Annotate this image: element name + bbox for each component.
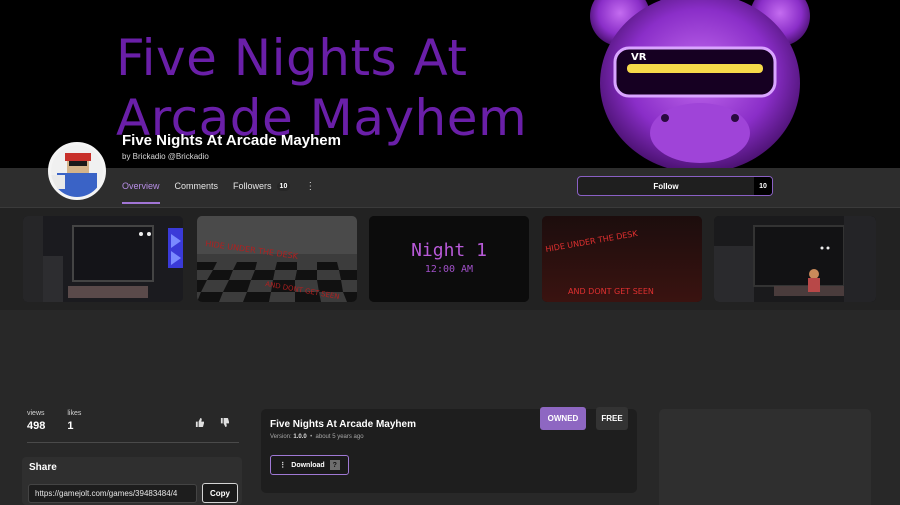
more-options-kebab-icon[interactable]: ⋮ bbox=[305, 180, 315, 192]
avatar-image bbox=[51, 145, 103, 197]
follow-button[interactable]: Follow 10 bbox=[577, 176, 773, 196]
share-card: Share Copy bbox=[22, 457, 242, 505]
views-label: views bbox=[27, 410, 45, 417]
likes-value: 1 bbox=[67, 420, 74, 432]
tab-comments-label: Comments bbox=[174, 181, 219, 191]
owned-badge: OWNED bbox=[540, 407, 586, 430]
like-controls bbox=[195, 418, 230, 429]
download-button[interactable]: ⋮ Download ? bbox=[270, 455, 349, 475]
stats-divider bbox=[27, 442, 239, 443]
package-meta: Version: 1.0.0 • about 5 years ago bbox=[270, 434, 364, 440]
follow-label: Follow bbox=[653, 181, 679, 191]
time-label: 12:00 AM bbox=[425, 264, 473, 275]
vr-bear-mascot-icon: VR bbox=[590, 0, 810, 168]
red-hallway-image: HIDE UNDER THE DESK AND DONT GET SEEN bbox=[542, 216, 702, 302]
share-title: Share bbox=[29, 462, 57, 473]
views-value: 498 bbox=[27, 420, 46, 432]
stats: views 498 likes 1 bbox=[27, 410, 103, 432]
side-panel bbox=[659, 409, 871, 505]
author-byline[interactable]: by Brickadio @Brickadio bbox=[122, 152, 209, 161]
views-stat: views 498 bbox=[27, 410, 45, 432]
night-title-image: Night 1 12:00 AM bbox=[369, 216, 529, 302]
thumb4-bottom-text: AND DONT GET SEEN bbox=[568, 287, 654, 296]
office-animatronic-image bbox=[714, 216, 876, 302]
package-title: Five Nights At Arcade Mayhem bbox=[270, 419, 416, 430]
download-label: Download bbox=[291, 461, 325, 469]
unknown-os-icon: ? bbox=[329, 460, 340, 470]
avatar[interactable] bbox=[48, 142, 106, 200]
package-card: Five Nights At Arcade Mayhem Version: 1.… bbox=[261, 407, 637, 493]
tab-followers[interactable]: Followers 10 bbox=[233, 180, 291, 192]
copy-button[interactable]: Copy bbox=[202, 483, 238, 503]
thumbs-down-icon[interactable] bbox=[220, 418, 230, 429]
banner-title-line1: Five Nights At bbox=[116, 29, 468, 87]
package-date: about 5 years ago bbox=[315, 434, 364, 440]
gallery-thumb-5[interactable] bbox=[714, 216, 876, 302]
likes-stat: likes 1 bbox=[67, 410, 81, 432]
tab-followers-label: Followers bbox=[233, 181, 272, 191]
tab-overview[interactable]: Overview bbox=[122, 180, 160, 204]
free-badge: FREE bbox=[596, 407, 628, 430]
tab-comments[interactable]: Comments bbox=[175, 180, 219, 192]
game-title: Five Nights At Arcade Mayhem bbox=[122, 132, 341, 149]
tab-overview-label: Overview bbox=[122, 181, 160, 191]
profile-nav: Overview Comments Followers 10 ⋮ bbox=[122, 180, 330, 204]
night-label: Night 1 bbox=[411, 240, 487, 261]
gallery-thumb-1[interactable] bbox=[23, 216, 183, 302]
follow-count: 10 bbox=[754, 177, 772, 195]
media-gallery: HIDE UNDER THE DESK AND DONT GET SEEN Ni… bbox=[0, 208, 900, 310]
share-url-input[interactable] bbox=[28, 484, 197, 503]
meta-separator: • bbox=[310, 434, 313, 440]
download-kebab-icon: ⋮ bbox=[279, 462, 287, 469]
gallery-thumb-4[interactable]: HIDE UNDER THE DESK AND DONT GET SEEN bbox=[542, 216, 702, 302]
version-label: Version: bbox=[270, 434, 292, 440]
followers-count-badge: 10 bbox=[276, 181, 291, 191]
gallery-thumb-3[interactable]: Night 1 12:00 AM bbox=[369, 216, 529, 302]
banner-title: Five Nights At Arcade Mayhem bbox=[116, 28, 527, 148]
version-value: 1.0.0 bbox=[293, 434, 307, 440]
likes-label: likes bbox=[67, 410, 82, 417]
checker-floor-image: HIDE UNDER THE DESK AND DONT GET SEEN bbox=[197, 216, 357, 302]
gallery-thumb-2[interactable]: HIDE UNDER THE DESK AND DONT GET SEEN bbox=[197, 216, 357, 302]
thumbs-up-icon[interactable] bbox=[195, 418, 205, 429]
svg-text:VR: VR bbox=[631, 52, 647, 63]
office-screenshot-image bbox=[23, 216, 183, 302]
game-page: Five Nights At Arcade Mayhem VR Five Nig… bbox=[0, 0, 900, 505]
